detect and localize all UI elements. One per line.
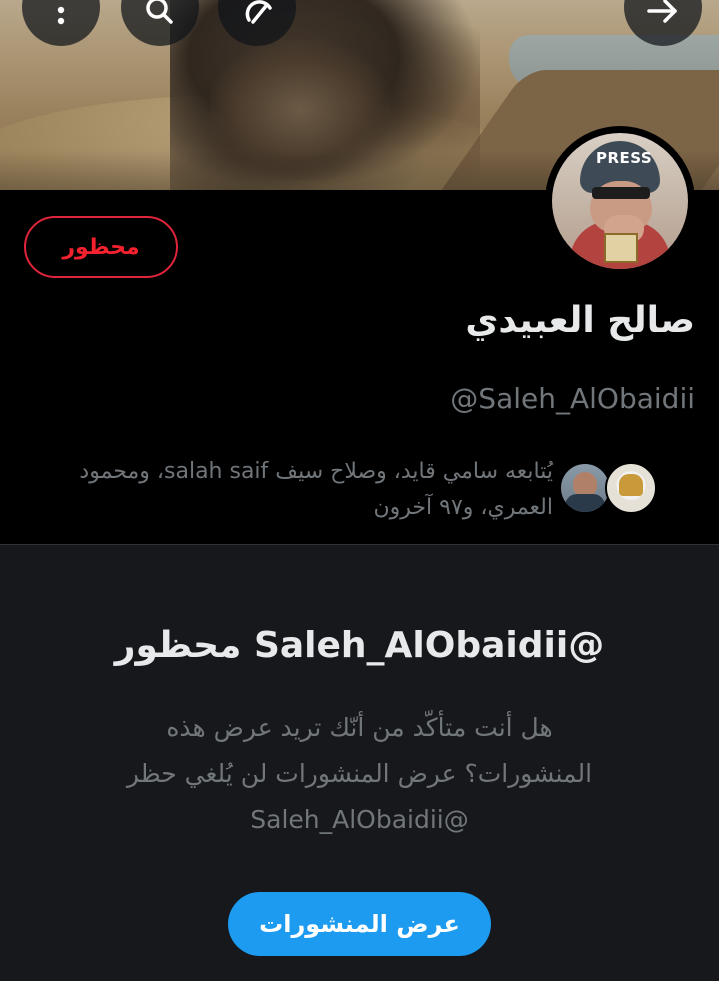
display-name: صالح العبيدي — [465, 300, 695, 341]
blocked-description: هل أنت متأكّد من أنّك تريد عرض هذه المنش… — [80, 705, 639, 843]
blocked-description-line1: هل أنت متأكّد من أنّك تريد عرض هذه — [166, 713, 553, 742]
blocked-button[interactable]: محظور — [24, 216, 178, 278]
more-vertical-icon — [57, 6, 65, 25]
arrow-right-icon — [647, 0, 677, 23]
profile-page: PRESS محظور صالح العبيدي @Saleh_AlObaidi… — [0, 0, 719, 981]
followers-text-line1: يُتابعه سامي قايد، وصلاح سيف salah saif،… — [79, 459, 553, 484]
follower-avatar — [559, 462, 611, 514]
more-options-button[interactable] — [22, 0, 100, 46]
blocked-title: @Saleh_AlObaidii محظور — [114, 625, 605, 666]
eagle-emblem-icon — [619, 474, 643, 496]
blocked-description-line2: المنشورات؟ عرض المنشورات لن يُلغي حظر — [126, 759, 593, 788]
profile-avatar[interactable]: PRESS — [545, 126, 695, 276]
avatar-photo: PRESS — [552, 133, 688, 269]
avatar-emblem — [604, 233, 638, 263]
follower-avatar — [605, 462, 657, 514]
share-icon — [245, 0, 272, 24]
user-handle: @Saleh_AlObaidii — [450, 382, 695, 415]
avatar-press-label: PRESS — [596, 149, 653, 167]
follower-avatar-shirt — [565, 494, 605, 512]
blocked-description-line3: @Saleh_AlObaidii — [250, 805, 469, 834]
view-posts-button[interactable]: عرض المنشورات — [228, 892, 491, 956]
followers-text-line2: العمري، و٩٧ آخرون — [373, 495, 554, 520]
search-icon — [146, 0, 173, 24]
follower-avatars — [559, 462, 657, 514]
avatar-glasses — [592, 187, 650, 199]
followers-you-know[interactable]: يُتابعه سامي قايد، وصلاح سيف salah saif،… — [0, 448, 719, 528]
followers-text: يُتابعه سامي قايد، وصلاح سيف salah saif،… — [0, 454, 553, 526]
blocked-notice: @Saleh_AlObaidii محظور هل أنت متأكّد من … — [0, 545, 719, 981]
